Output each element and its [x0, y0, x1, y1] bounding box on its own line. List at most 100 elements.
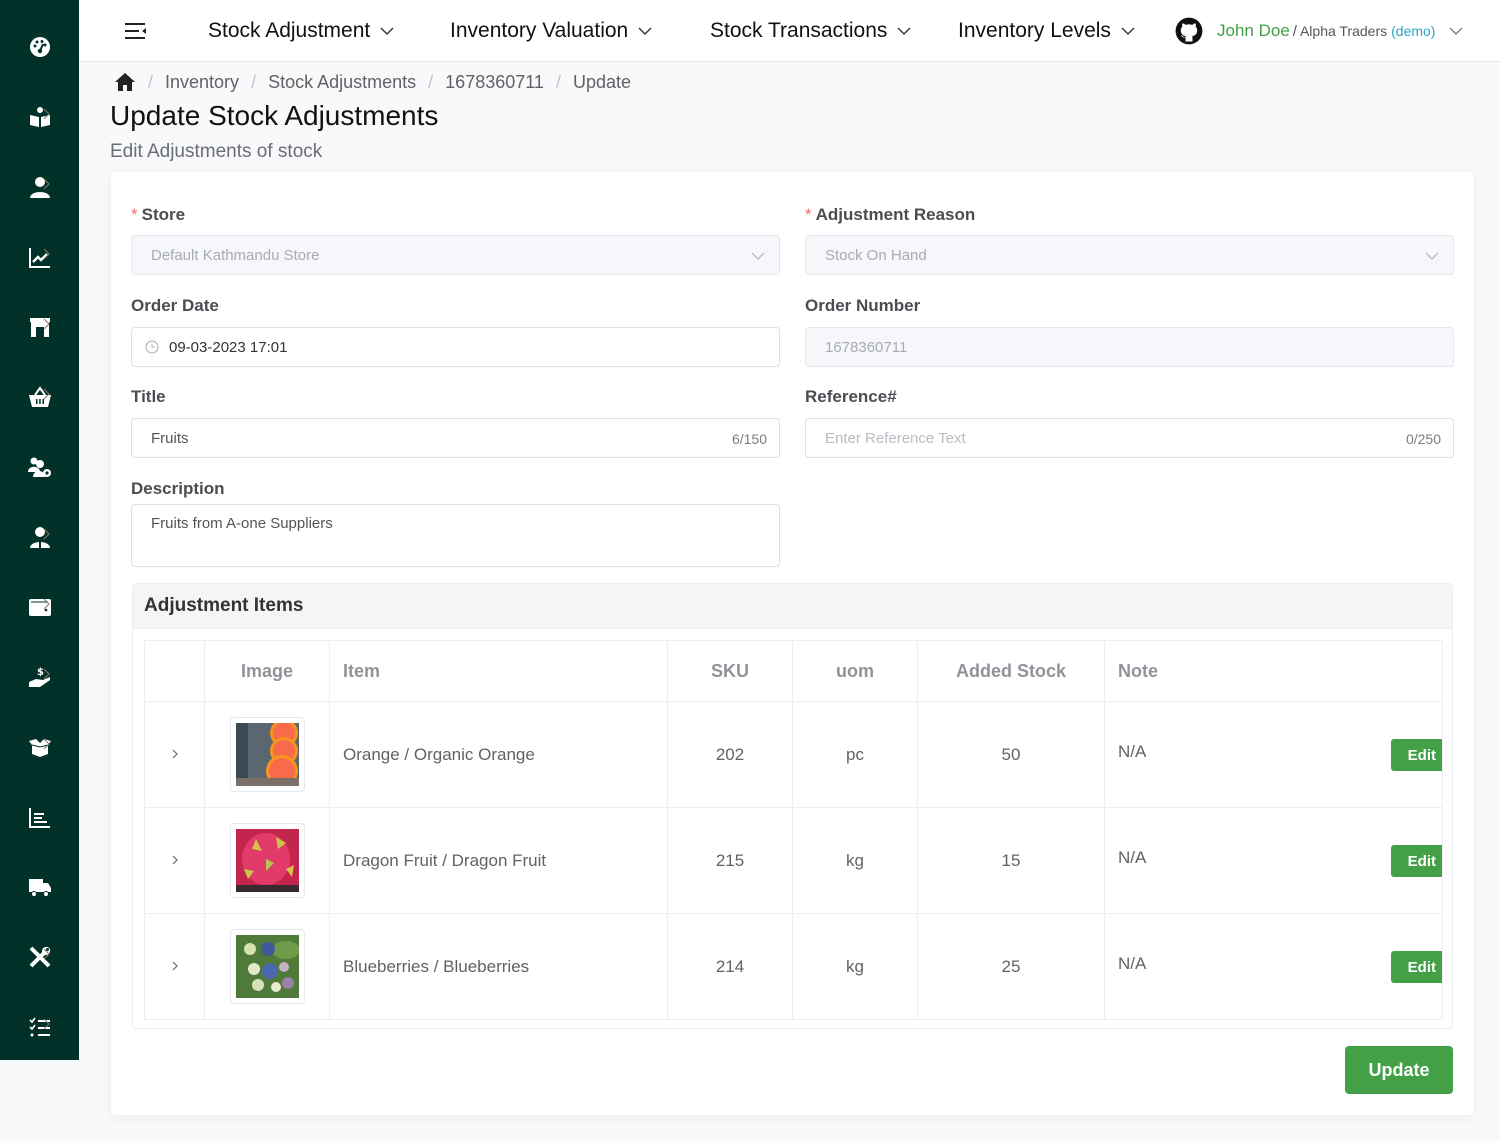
sidebar-item-reader[interactable] — [0, 92, 79, 142]
menu-fold-icon[interactable] — [125, 21, 147, 41]
dragonfruit-image — [235, 829, 299, 892]
chevron-down-icon — [380, 27, 394, 35]
chevron-right-icon[interactable] — [171, 748, 179, 760]
product-image[interactable] — [229, 929, 305, 1004]
store-label: * Store — [131, 205, 185, 225]
page-title: Update Stock Adjustments — [110, 100, 439, 131]
nav-stock-transactions[interactable]: Stock Transactions — [710, 17, 911, 45]
sidebar-item-purchases[interactable] — [0, 372, 79, 422]
column-header-image: Image — [204, 640, 330, 702]
adjustment-reason-value: Stock On Hand — [825, 246, 927, 264]
github-icon[interactable] — [1175, 17, 1203, 45]
sidebar-item-delivery[interactable] — [0, 862, 79, 912]
edit-button[interactable]: Edit — [1391, 845, 1442, 877]
home-icon[interactable] — [114, 72, 136, 92]
edit-button[interactable]: Edit — [1391, 951, 1442, 983]
column-header-uom: uom — [792, 640, 918, 702]
sidebar-item-analytics[interactable] — [0, 232, 79, 282]
description-label: Description — [131, 479, 225, 498]
added-stock-cell: 15 — [917, 807, 1105, 914]
product-image[interactable] — [229, 717, 305, 792]
item-name-cell: Blueberries / Blueberries — [329, 913, 668, 1020]
sidebar-item-users[interactable] — [0, 162, 79, 212]
sidebar-item-stores[interactable] — [0, 302, 79, 352]
breadcrumb-order-id[interactable]: 1678360711 — [445, 72, 544, 93]
dashboard-icon — [29, 37, 50, 57]
breadcrumb-stock-adjustments[interactable]: Stock Adjustments — [268, 72, 416, 93]
product-image[interactable] — [229, 823, 305, 898]
adjustment-reason-select[interactable]: Stock On Hand — [805, 235, 1454, 275]
note-text: N/A — [1118, 848, 1147, 867]
reference-input[interactable]: Enter Reference Text 0/250 — [805, 418, 1454, 458]
expand-cell[interactable] — [144, 701, 205, 808]
sidebar-item-wallet[interactable] — [0, 582, 79, 632]
note-cell: N/A Edit — [1104, 701, 1443, 808]
breadcrumb-separator: / — [148, 71, 154, 92]
sidebar-item-user-management[interactable] — [0, 442, 79, 492]
adjustment-reason-label: * Adjustment Reason — [805, 205, 975, 225]
chevron-right-icon — [43, 948, 50, 960]
column-header-note: Note — [1104, 640, 1443, 702]
chevron-down-icon — [1450, 27, 1463, 35]
order-number-label: Order Number — [805, 296, 921, 315]
edit-button[interactable]: Edit — [1391, 739, 1442, 771]
adjustment-form-card: * Store Default Kathmandu Store * Adjustme… — [111, 172, 1474, 1115]
sidebar-item-dashboard[interactable] — [0, 22, 79, 72]
chevron-right-icon[interactable] — [171, 854, 179, 866]
sidebar-item-employees[interactable] — [0, 512, 79, 562]
update-button[interactable]: Update — [1345, 1046, 1453, 1094]
nav-inventory-levels[interactable]: Inventory Levels — [958, 17, 1135, 45]
chevron-down-icon — [1121, 27, 1135, 35]
chevron-right-icon — [43, 178, 50, 190]
table-row: Orange / Organic Orange 202 pc 50 N/A Ed… — [144, 701, 1443, 808]
order-number-value: 1678360711 — [825, 338, 908, 356]
added-stock-cell: 50 — [917, 701, 1105, 808]
nav-label: Inventory Levels — [958, 19, 1111, 42]
breadcrumb-inventory[interactable]: Inventory — [165, 72, 239, 93]
order-number-input[interactable]: 1678360711 — [805, 327, 1454, 367]
uom-cell: kg — [792, 913, 918, 1020]
note-text: N/A — [1118, 742, 1147, 761]
sidebar-item-tasks[interactable] — [0, 1002, 79, 1052]
expand-cell[interactable] — [144, 913, 205, 1020]
sidebar-item-settings[interactable] — [0, 932, 79, 982]
sku-cell: 214 — [667, 913, 793, 1020]
sidebar-item-payments[interactable]: $ — [0, 652, 79, 702]
store-select[interactable]: Default Kathmandu Store — [131, 235, 780, 275]
orange-image — [235, 723, 299, 786]
column-header-expand — [144, 640, 205, 702]
blueberries-image — [235, 935, 299, 998]
truck-icon — [28, 879, 51, 897]
demo-badge: (demo) — [1391, 23, 1436, 39]
title-input[interactable]: Fruits 6/150 — [131, 418, 780, 458]
order-date-picker[interactable]: 09-03-2023 17:01 — [131, 327, 780, 367]
expand-cell[interactable] — [144, 807, 205, 914]
chevron-right-icon — [43, 528, 50, 540]
user-menu[interactable]: John Doe / Alpha Traders (demo) — [1175, 16, 1463, 46]
breadcrumb-separator: / — [555, 71, 561, 92]
sku-cell: 202 — [667, 701, 793, 808]
note-cell: N/A Edit — [1104, 913, 1443, 1020]
sidebar-item-products[interactable] — [0, 722, 79, 772]
breadcrumb: / Inventory / Stock Adjustments / 167836… — [114, 70, 631, 94]
column-header-sku: SKU — [667, 640, 793, 702]
title-char-counter: 6/150 — [731, 431, 767, 447]
sidebar-item-reports[interactable] — [0, 792, 79, 842]
breadcrumb-separator: / — [428, 71, 434, 92]
nav-label: Stock Adjustment — [208, 19, 371, 42]
nav-label: Stock Transactions — [710, 19, 888, 42]
column-header-item: Item — [329, 640, 668, 702]
store-select-value: Default Kathmandu Store — [151, 246, 320, 264]
image-cell — [204, 913, 330, 1020]
nav-inventory-valuation[interactable]: Inventory Valuation — [450, 17, 652, 45]
image-cell — [204, 807, 330, 914]
nav-stock-adjustment[interactable]: Stock Adjustment — [208, 17, 394, 45]
uom-cell: pc — [792, 701, 918, 808]
chevron-right-icon[interactable] — [171, 960, 179, 972]
chevron-right-icon — [43, 738, 50, 750]
description-textarea[interactable]: Fruits from A-one Suppliers — [131, 504, 780, 567]
user-separator: / — [1292, 22, 1297, 40]
table-row: Dragon Fruit / Dragon Fruit 215 kg 15 N/… — [144, 807, 1443, 914]
note-cell: N/A Edit — [1104, 807, 1443, 914]
bar-chart-icon — [28, 808, 50, 828]
